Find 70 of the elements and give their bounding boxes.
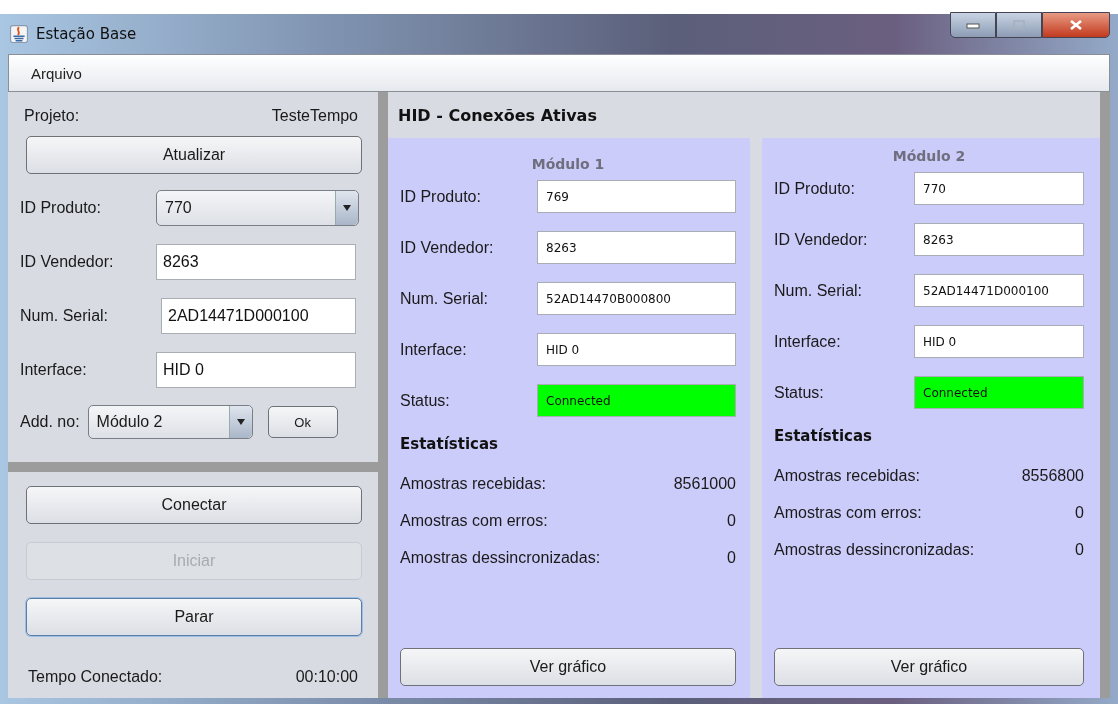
chart-button[interactable]: Ver gráfico: [400, 648, 736, 686]
field-label: Status:: [774, 383, 825, 402]
module-title: Módulo 2: [891, 148, 967, 166]
stat-value: 0: [727, 511, 736, 530]
stats-title: Estatísticas: [774, 427, 873, 445]
field-label: Num. Serial:: [400, 289, 490, 308]
stat-value: 8561000: [673, 474, 736, 493]
stat-label: Amostras dessincronizadas:: [400, 548, 601, 567]
field-label: Interface:: [400, 340, 468, 359]
section-title: HID - Conexões Ativas: [397, 105, 598, 127]
time-value: 00:10:00: [295, 668, 358, 686]
close-icon: [1069, 20, 1083, 30]
field-label: Projeto:: [24, 107, 80, 125]
module-title: Módulo 1: [530, 156, 606, 174]
stat-label: Amostras dessincronizadas:: [774, 540, 975, 559]
input-field[interactable]: 8263: [537, 231, 736, 264]
input-field[interactable]: HID 0: [914, 325, 1084, 358]
window-title: Estação Base: [36, 25, 137, 43]
input-field[interactable]: 8263: [914, 223, 1084, 256]
field-label: Status:: [400, 391, 451, 410]
status-field: Connected: [914, 376, 1084, 409]
field-label: ID Produto:: [20, 199, 102, 217]
caret-icon: [342, 203, 352, 213]
dropdown[interactable]: Módulo 2: [87, 405, 253, 439]
field-label: ID Vendedor:: [774, 230, 869, 249]
field-label: ID Vendedor:: [20, 253, 115, 271]
field-label: Tempo Conectado:: [28, 668, 163, 686]
stat-label: Amostras recebidas:: [774, 466, 920, 485]
field-label: ID Produto:: [774, 179, 856, 198]
stat-value: 8556800: [1021, 466, 1084, 485]
field-label: Interface:: [774, 332, 842, 351]
minimize-icon: [966, 20, 980, 30]
stat-label: Amostras com erros:: [774, 503, 922, 522]
field-label: Num. Serial:: [20, 307, 110, 325]
menu-item[interactable]: Arquivo: [31, 64, 82, 82]
close-button[interactable]: [1042, 12, 1110, 38]
stat-value: 0: [727, 548, 736, 567]
button[interactable]: Atualizar: [26, 136, 362, 174]
field-label: Add. no:: [20, 413, 80, 431]
input-field[interactable]: 8263: [156, 244, 356, 280]
input-field[interactable]: 2AD14471D000100: [161, 298, 356, 334]
chart-button[interactable]: Ver gráfico: [774, 648, 1084, 686]
maximize-button[interactable]: [996, 12, 1042, 38]
stat-value: 0: [1075, 540, 1084, 559]
stat-label: Amostras com erros:: [400, 511, 548, 530]
input-field[interactable]: 52AD14471D000100: [914, 274, 1084, 307]
field-label: Num. Serial:: [774, 281, 864, 300]
minimize-button[interactable]: [950, 12, 996, 38]
field-label: Interface:: [20, 361, 88, 379]
ok-button[interactable]: Ok: [267, 406, 338, 438]
app-icon: [10, 25, 28, 43]
input-field[interactable]: HID 0: [537, 333, 736, 366]
input-field[interactable]: 769: [537, 180, 736, 213]
maximize-icon: [1012, 20, 1026, 30]
stats-title: Estatísticas: [400, 435, 499, 453]
button[interactable]: Conectar: [26, 486, 362, 524]
input-field[interactable]: 770: [914, 172, 1084, 205]
stat-label: Amostras recebidas:: [400, 474, 546, 493]
input-field[interactable]: 52AD14470B000800: [537, 282, 736, 315]
input-field[interactable]: HID 0: [156, 352, 356, 388]
dropdown-value: Módulo 2: [95, 413, 164, 431]
dropdown[interactable]: 770: [156, 190, 359, 226]
project-name: TesteTempo: [271, 107, 358, 125]
field-label: ID Produto:: [400, 187, 482, 206]
dropdown-value: 770: [164, 199, 193, 217]
button[interactable]: Parar: [26, 598, 362, 636]
field-label: ID Vendedor:: [400, 238, 495, 257]
status-field: Connected: [537, 384, 736, 417]
stat-value: 0: [1075, 503, 1084, 522]
caret-icon: [235, 417, 246, 427]
